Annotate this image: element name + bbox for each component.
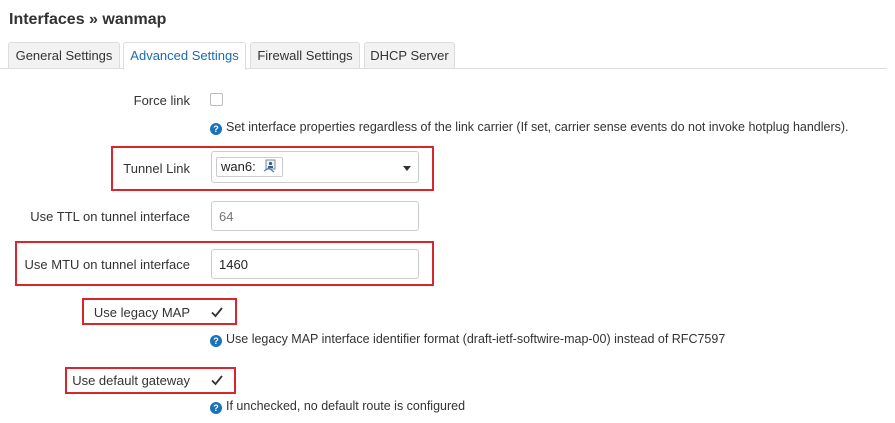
legacy-map-checkbox[interactable] bbox=[210, 305, 224, 319]
legacy-map-help-text: Use legacy MAP interface identifier form… bbox=[226, 332, 726, 346]
tab-advanced-settings[interactable]: Advanced Settings bbox=[123, 42, 246, 70]
legacy-map-label: Use legacy MAP bbox=[93, 305, 190, 320]
question-circle-icon: ? bbox=[210, 402, 222, 414]
question-circle-icon: ? bbox=[210, 123, 222, 135]
tunnel-link-select[interactable]: wan6: bbox=[211, 151, 419, 183]
tunnel-link-selected-value: wan6: bbox=[216, 157, 284, 177]
caret-down-icon bbox=[403, 166, 411, 171]
tab-bar: General Settings Advanced Settings Firew… bbox=[0, 41, 887, 70]
force-link-help-text: Set interface properties regardless of t… bbox=[226, 120, 849, 134]
default-gateway-help-text: If unchecked, no default route is config… bbox=[226, 399, 466, 413]
mtu-input[interactable] bbox=[211, 249, 419, 279]
tab-firewall-settings[interactable]: Firewall Settings bbox=[250, 42, 360, 68]
legacy-map-help: ? Use legacy MAP interface identifier for… bbox=[210, 332, 725, 347]
checkmark-icon bbox=[211, 375, 223, 386]
force-link-checkbox[interactable] bbox=[210, 93, 223, 106]
mtu-label: Use MTU on tunnel interface bbox=[24, 257, 190, 272]
tunnel-link-label: Tunnel Link bbox=[123, 161, 190, 176]
network-interface-icon bbox=[264, 159, 276, 173]
force-link-label: Force link bbox=[133, 93, 190, 108]
page-title: Interfaces » wanmap bbox=[9, 11, 167, 28]
tab-general-settings[interactable]: General Settings bbox=[8, 42, 120, 68]
question-circle-icon: ? bbox=[210, 335, 222, 347]
default-gateway-checkbox[interactable] bbox=[210, 373, 224, 387]
ttl-label: Use TTL on tunnel interface bbox=[30, 209, 190, 224]
default-gateway-help: ? If unchecked, no default route is confi… bbox=[210, 399, 465, 414]
checkmark-icon bbox=[211, 307, 223, 318]
default-gateway-label: Use default gateway bbox=[72, 373, 190, 388]
tunnel-link-value-text: wan6: bbox=[221, 159, 256, 174]
force-link-help: ? Set interface properties regardless of … bbox=[210, 120, 849, 135]
ttl-input[interactable] bbox=[211, 201, 419, 231]
tab-dhcp-server[interactable]: DHCP Server bbox=[364, 42, 455, 68]
